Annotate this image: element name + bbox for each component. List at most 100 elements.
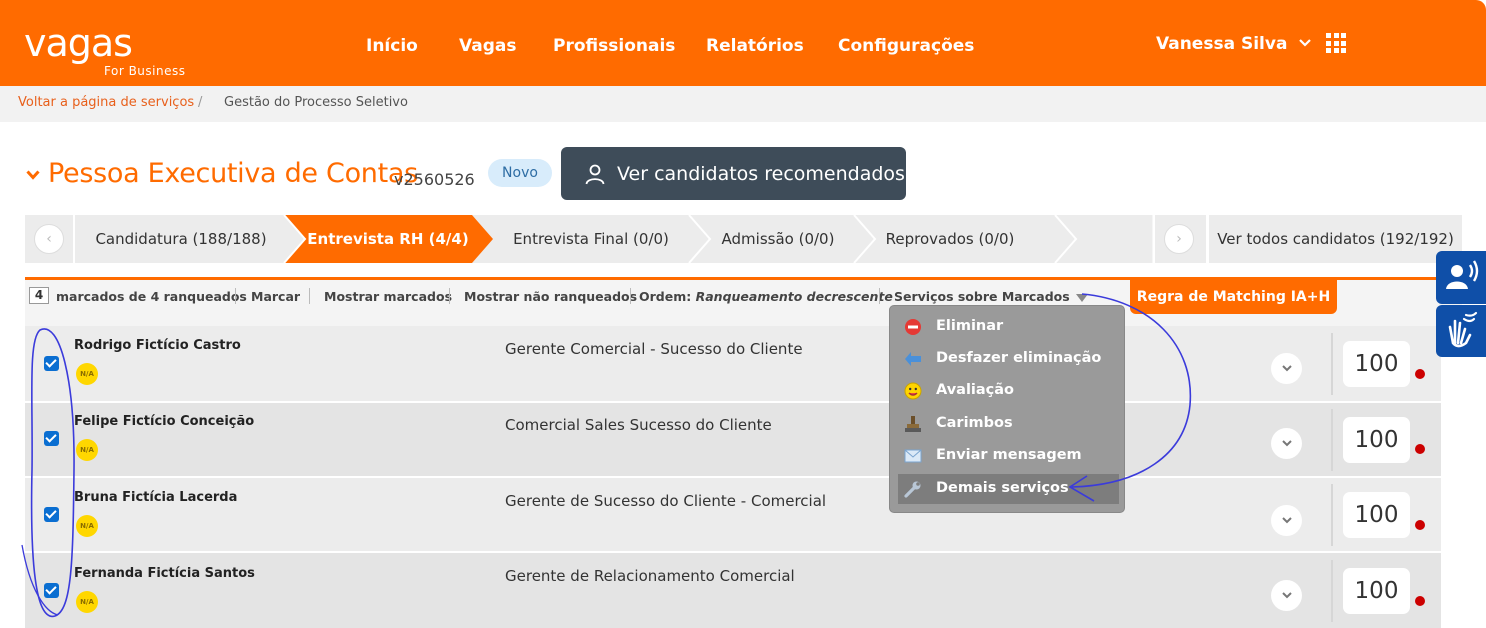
mark-button[interactable]: Marcar [251, 289, 300, 304]
services-label: Serviços sobre Marcados [894, 289, 1070, 304]
vagas-logo[interactable]: vagas For Business [24, 21, 185, 78]
rating-badge: N/A [76, 515, 98, 537]
menu-item-label: Carimbos [936, 415, 1013, 431]
apps-grid-icon[interactable] [1326, 33, 1346, 53]
job-title: Pessoa Executiva de Contas [48, 158, 418, 189]
tab-entrevista-rh[interactable]: Entrevista RH (4/4) [300, 215, 476, 263]
toolbar-divider [630, 288, 631, 304]
person-icon [585, 164, 605, 184]
logo-subtitle: For Business [104, 64, 186, 78]
recommended-candidates-button[interactable]: Ver candidatos recomendados [561, 147, 906, 200]
status-badge: Novo [488, 159, 552, 187]
chevron-down-icon [1281, 517, 1292, 524]
candidate-row [25, 478, 1441, 552]
breadcrumb-current: Gestão do Processo Seletivo [224, 95, 408, 110]
user-menu[interactable]: Vanessa Silva [1156, 34, 1312, 54]
nav-vagas[interactable]: Vagas [459, 36, 516, 56]
breadcrumb-back-link[interactable]: Voltar a página de serviços [18, 95, 194, 110]
menu-item-demais-servicos[interactable]: Demais serviços [898, 474, 1119, 504]
show-unranked-button[interactable]: Mostrar não ranqueados [464, 289, 637, 304]
menu-item-desfazer-eliminacao[interactable]: Desfazer eliminação [890, 344, 1126, 374]
breadcrumb-separator: / [198, 95, 203, 110]
wrench-icon [904, 481, 921, 498]
audio-accessibility-button[interactable] [1436, 251, 1486, 304]
column-divider [1331, 484, 1333, 546]
chevron-down-icon [1281, 592, 1292, 599]
candidate-position: Comercial Sales Sucesso do Cliente [505, 416, 772, 434]
match-score: 100 [1343, 492, 1410, 538]
services-menu: Eliminar Desfazer eliminação Avaliação C… [889, 305, 1125, 513]
tab-label: Candidatura (188/188) [95, 230, 267, 248]
nav-profissionais[interactable]: Profissionais [553, 36, 675, 56]
match-score: 100 [1343, 341, 1410, 387]
marked-count-label: marcados de 4 ranqueados [56, 289, 247, 304]
tab-label: Reprovados (0/0) [885, 230, 1015, 248]
candidate-row [25, 553, 1441, 628]
expand-row-button[interactable] [1271, 353, 1302, 384]
candidate-checkbox[interactable] [44, 356, 59, 371]
order-label: Ordem: [639, 289, 692, 304]
expand-row-button[interactable] [1271, 428, 1302, 459]
user-name: Vanessa Silva [1156, 34, 1288, 54]
candidate-name[interactable]: Fernanda Fictícia Santos [74, 566, 255, 581]
matching-rule-button[interactable]: Regra de Matching IA+H [1130, 280, 1337, 314]
match-score: 100 [1343, 417, 1410, 463]
candidate-checkbox[interactable] [44, 507, 59, 522]
menu-item-eliminar[interactable]: Eliminar [890, 312, 1126, 342]
expand-row-button[interactable] [1271, 505, 1302, 536]
envelope-icon [904, 449, 922, 463]
tab-admissao[interactable]: Admissão (0/0) [714, 215, 842, 263]
sign-language-button[interactable] [1436, 305, 1486, 357]
menu-item-enviar-mensagem[interactable]: Enviar mensagem [890, 441, 1126, 471]
dropdown-arrow-icon [1075, 294, 1088, 302]
candidate-name[interactable]: Felipe Fictício Conceição [74, 414, 254, 429]
marked-count: 4 [29, 287, 49, 304]
column-divider [1331, 409, 1333, 471]
status-dot [1415, 596, 1425, 606]
candidate-name[interactable]: Bruna Fictícia Lacerda [74, 490, 237, 505]
menu-item-label: Demais serviços [936, 480, 1069, 496]
undo-arrow-icon [905, 352, 921, 366]
toolbar-divider [235, 288, 236, 304]
chevron-down-icon [1281, 440, 1292, 447]
rating-badge: N/A [76, 439, 98, 461]
order-value: Ranqueamento decrescente [695, 289, 893, 304]
top-header: vagas For Business Início Vagas Profissi… [0, 0, 1486, 86]
all-candidates-label: Ver todos candidatos (192/192) [1217, 230, 1454, 248]
expand-row-button[interactable] [1271, 580, 1302, 611]
toolbar-divider [879, 288, 880, 304]
match-score: 100 [1343, 568, 1410, 614]
nav-relatorios[interactable]: Relatórios [706, 36, 804, 56]
order-selector[interactable]: Ordem: Ranqueamento decrescente [639, 289, 893, 304]
status-dot [1415, 369, 1425, 379]
tabs-next-button[interactable]: › [1164, 224, 1194, 254]
sign-language-hands-icon [1448, 311, 1478, 348]
menu-item-label: Eliminar [936, 318, 1004, 334]
stamp-icon [905, 416, 921, 432]
tab-candidatura[interactable]: Candidatura (188/188) [74, 215, 288, 263]
candidate-name[interactable]: Rodrigo Fictício Castro [74, 338, 241, 353]
column-divider [1331, 560, 1333, 622]
toolbar-divider [449, 288, 450, 304]
collapse-chevron-icon[interactable] [26, 170, 40, 180]
column-divider [1331, 333, 1333, 395]
toolbar-divider [309, 288, 310, 304]
services-dropdown-toggle[interactable]: Serviços sobre Marcados [894, 289, 1088, 304]
menu-item-avaliacao[interactable]: Avaliação [890, 376, 1126, 406]
nav-inicio[interactable]: Início [366, 36, 418, 56]
rating-badge: N/A [76, 363, 98, 385]
show-marked-button[interactable]: Mostrar marcados [324, 289, 452, 304]
candidate-position: Gerente de Relacionamento Comercial [505, 567, 795, 585]
candidate-checkbox[interactable] [44, 431, 59, 446]
nav-configuracoes[interactable]: Configurações [838, 36, 974, 56]
menu-item-label: Desfazer eliminação [936, 350, 1102, 366]
candidate-checkbox[interactable] [44, 583, 59, 598]
tab-entrevista-final[interactable]: Entrevista Final (0/0) [500, 215, 682, 263]
menu-item-carimbos[interactable]: Carimbos [890, 409, 1126, 439]
tab-reprovados[interactable]: Reprovados (0/0) [878, 215, 1022, 263]
logo-word: vagas [24, 21, 133, 65]
eliminate-icon [905, 319, 921, 335]
recommended-candidates-label: Ver candidatos recomendados [617, 162, 905, 185]
candidate-position: Gerente de Sucesso do Cliente - Comercia… [505, 492, 827, 510]
tab-all-candidates[interactable]: Ver todos candidatos (192/192) [1206, 215, 1462, 263]
